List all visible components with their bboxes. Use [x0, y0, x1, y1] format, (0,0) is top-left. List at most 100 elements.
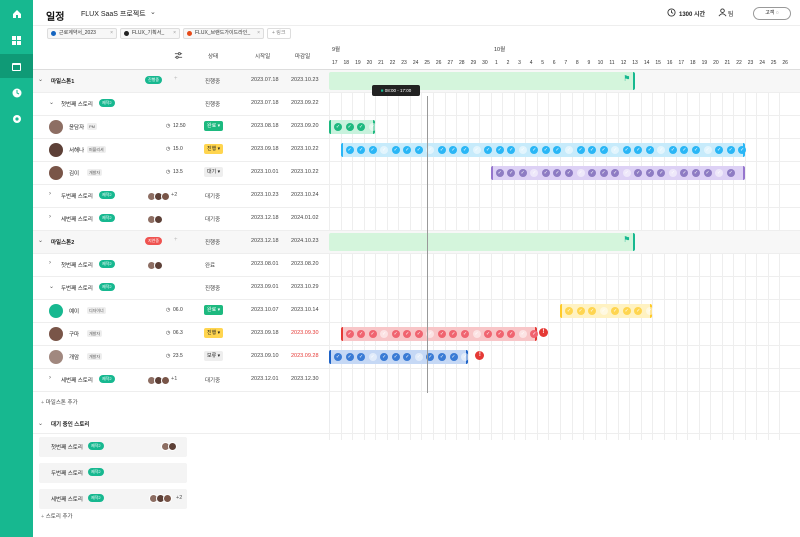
status-text: 대기중 — [205, 194, 221, 200]
time-tooltip: ■ 08:00 - 17:00 — [372, 85, 420, 96]
chevron-down-icon[interactable]: ⌄ — [38, 76, 43, 83]
member-row[interactable]: 서해나 퍼블리셔 ◷ 15.0 진행 ▾ 2023.09.18 2023.10.22 ✓ ✓ ✓ ✓… — [33, 139, 800, 162]
dashboard-icon[interactable] — [0, 28, 33, 52]
waiting-header[interactable]: ⌄ 대기 중인 스토리 — [33, 414, 800, 434]
member-name: 서해나 — [69, 148, 85, 154]
status-dropdown[interactable]: 진행 ▾ — [204, 144, 224, 154]
story-row[interactable]: › 세번째 스토리 제작2 대기중 2023.12.18 2024.01.02 — [33, 208, 800, 231]
check-icon: ✓ — [507, 146, 516, 154]
story-row[interactable]: › 세번째 스토리 제작2 +1 대기중 2023.12.01 2023.12.30 — [33, 369, 800, 392]
day-label: 22 — [736, 60, 742, 66]
chevron-down-icon[interactable]: ⌄ — [150, 8, 156, 16]
waiting-story-item[interactable]: 두번째 스토리 제작2 — [39, 463, 187, 483]
story-row[interactable]: › 두번째 스토리 제작2 +2 대기중 2023.10.23 2023.10.24 — [33, 185, 800, 208]
add-milestone-button[interactable]: + 마일스톤 추가 — [41, 398, 78, 406]
story-row[interactable]: ⌄ 첫번째 스토리 제작2 진행중 2023.07.18 2023.09.22 — [33, 93, 800, 116]
team-button[interactable]: 팀 — [728, 9, 734, 18]
role-badge: 개발자 — [87, 169, 103, 176]
chevron-right-icon[interactable]: › — [49, 260, 51, 266]
day-label: 8 — [575, 60, 579, 66]
tab-link-2[interactable]: FLUX_기획서_ × — [120, 28, 180, 39]
alert-icon[interactable]: ! — [538, 328, 548, 337]
check-icon: ✓ — [634, 146, 643, 154]
alert-icon[interactable]: ! — [475, 351, 485, 360]
status-dropdown[interactable]: 대기 ▾ — [204, 167, 224, 177]
status-dropdown[interactable]: 보류 ▾ — [204, 351, 224, 361]
member-row[interactable]: 구마 개발자 ◷ 06.3 진행 ▾ 2023.09.18 2023.09.30 ✓ ✓ ✓ ✓ ✓ ✓… — [33, 323, 800, 346]
status-column-header[interactable]: 상태 — [208, 52, 218, 60]
filter-sliders-icon[interactable] — [174, 51, 183, 60]
close-icon[interactable]: × — [110, 29, 113, 38]
start-date: 2023.12.18 — [251, 238, 279, 244]
task-bar[interactable]: ✓ ✓ ✓ ✓ — [329, 120, 377, 134]
status-dropdown[interactable]: 완료 ▾ — [204, 305, 224, 315]
check-icon: ✓ — [461, 146, 470, 154]
tab-link-3[interactable]: FLUX_브랜드가이드라인_ × — [183, 28, 264, 39]
task-bar[interactable]: ✓ ✓ ✓ ✓ ✓ ✓ ✓ ✓ ✓ ✓ ✓ ✓ — [329, 350, 470, 364]
member-row[interactable]: 윤담자 PM ◷ 12.50 완료 ▾ 2023.08.18 2023.09.20 ✓ ✓ ✓ ✓ — [33, 116, 800, 139]
chevron-down-icon[interactable]: ⌄ — [49, 99, 54, 106]
project-selector[interactable]: FLUX SaaS 프로젝트 — [81, 9, 146, 19]
start-date: 2023.08.18 — [251, 123, 279, 129]
chevron-down-icon[interactable]: ⌄ — [38, 237, 43, 244]
check-icon: ✓ — [414, 146, 423, 154]
chevron-down-icon[interactable]: ⌄ — [38, 420, 43, 427]
check-icon: ✓ — [437, 353, 446, 361]
waiting-story-item[interactable]: 세번째 스토리 제작2 +2 — [39, 489, 187, 509]
member-name: 개암 — [69, 355, 80, 361]
start-date: 2023.09.18 — [251, 146, 279, 152]
tab-link-1[interactable]: 근로계약서_2023 × — [47, 28, 117, 39]
check-icon: ✓ — [541, 169, 550, 177]
clock-icon[interactable] — [0, 81, 33, 105]
check-icon: ✓ — [495, 330, 504, 338]
add-icon[interactable]: + — [174, 237, 178, 243]
start-date: 2023.09.10 — [251, 353, 279, 359]
check-icon: ✓ — [657, 146, 666, 154]
check-icon: ✓ — [461, 330, 470, 338]
check-icon: ✓ — [599, 169, 608, 177]
add-story-button[interactable]: + 스토리 추가 — [41, 512, 73, 520]
milestone-status-badge: 진행중 — [145, 76, 163, 84]
home-icon[interactable] — [0, 2, 33, 26]
task-bar[interactable]: ✓ ✓ ✓ ✓ ✓ ✓ ✓ ✓ — [560, 304, 654, 318]
check-icon: ✓ — [357, 123, 366, 131]
member-avatar — [49, 166, 63, 180]
close-icon[interactable]: × — [257, 29, 260, 38]
add-icon[interactable]: + — [174, 76, 178, 82]
member-row[interactable]: 개암 개발자 ◷ 23.5 보류 ▾ 2023.09.10 2023.09.28 ✓ ✓ ✓ ✓ ✓ ✓… — [33, 346, 800, 369]
caret-down-icon: ▾ — [216, 169, 221, 175]
check-icon: ✓ — [726, 169, 735, 177]
task-bar[interactable]: ✓ ✓ ✓ ✓ ✓ ✓ ✓ ✓ ✓ ✓ ✓ ✓ ✓ ✓ ✓ ✓ ✓ — [340, 327, 539, 341]
task-bar[interactable]: ✓ ✓ ✓ ✓ ✓ ✓ ✓ ✓ ✓ ✓ ✓ ✓ ✓ ✓ ✓ ✓ ✓ ✓ ✓ ✓ ✓ — [490, 166, 745, 180]
chevron-down-icon[interactable]: ⌄ — [49, 283, 54, 290]
start-column-header[interactable]: 시작일 — [255, 52, 270, 60]
status-dropdown[interactable]: 진행 ▾ — [204, 328, 224, 338]
calendar-icon[interactable] — [0, 54, 33, 78]
check-icon: ✓ — [576, 146, 585, 154]
contact-button[interactable]: 고객 ◌ — [753, 7, 791, 20]
check-icon: ✓ — [414, 330, 423, 338]
story-name: 세번째 스토리 — [61, 378, 93, 384]
tab-label: 근로계약서_2023 — [59, 30, 96, 36]
story-row[interactable]: › 첫번째 스토리 제작2 완료 2023.08.01 2023.08.20 — [33, 254, 800, 277]
close-icon[interactable]: × — [173, 29, 176, 38]
chevron-right-icon[interactable]: › — [49, 191, 51, 197]
day-label: 24 — [412, 60, 419, 66]
member-row[interactable]: 예이 디자이너 ◷ 06.0 완료 ▾ 2023.10.07 2023.10.14 ✓ ✓ ✓ ✓ ✓… — [33, 300, 800, 323]
end-column-header[interactable]: 마감일 — [295, 52, 310, 60]
status-dropdown[interactable]: 완료 ▾ — [204, 121, 224, 131]
check-icon: ✓ — [368, 353, 377, 361]
start-date: 2023.10.07 — [251, 307, 279, 313]
doc-icon — [124, 31, 129, 36]
task-bar[interactable]: ✓ ✓ ✓ ✓ ✓ ✓ ✓ ✓ ✓ ✓ ✓ ✓ ✓ ✓ ✓ ✓ ✓ ✓ ✓ ✓ ✓ ✓ ✓ ✓ ✓ ✓ ✓ ✓ ✓ ✓ ✓ ✓ ✓ ✓ ✓ — [340, 143, 747, 157]
add-link-button[interactable]: + 링크 — [267, 28, 291, 39]
chevron-right-icon[interactable]: › — [49, 375, 51, 381]
waiting-story-item[interactable]: 첫번째 스토리 제작2 — [39, 437, 187, 457]
member-row[interactable]: 김이 개발자 ◷ 13.5 대기 ▾ 2023.10.01 2023.10.22 ✓ ✓ ✓ ✓ ✓ ✓… — [33, 162, 800, 185]
chevron-right-icon[interactable]: › — [49, 214, 51, 220]
story-row[interactable]: ⌄ 두번째 스토리 제작2 진행중 2023.09.01 2023.10.29 — [33, 277, 800, 300]
milestone-row[interactable]: ⌄ 마일스톤2 지연중 + 진행중 2023.12.18 2024.10.23 ⚑ — [33, 231, 800, 254]
day-label: 23 — [401, 60, 407, 66]
member-avatar — [161, 192, 170, 201]
settings-gear-icon[interactable] — [0, 107, 33, 131]
